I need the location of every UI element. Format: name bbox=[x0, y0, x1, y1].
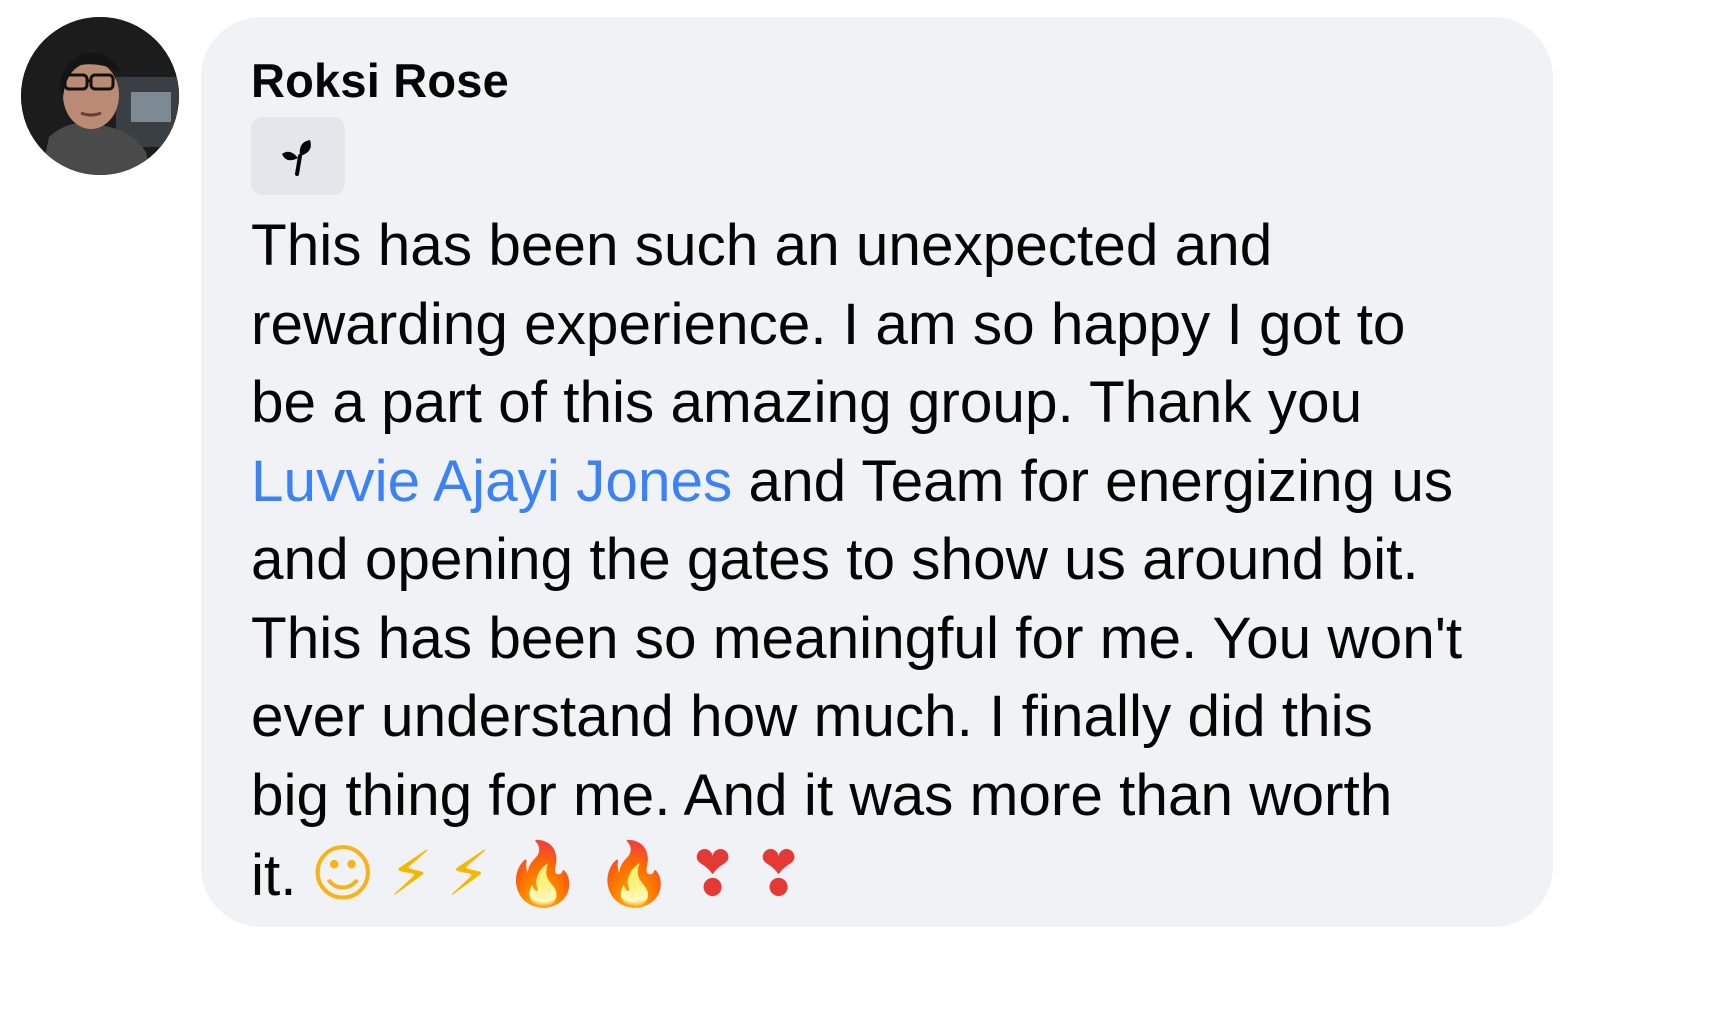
heart-exclamation-icon: ❣ bbox=[752, 837, 805, 910]
comment-line: This has been such an unexpected and bbox=[251, 213, 1273, 278]
comment-line-text: and Team for energizing us bbox=[732, 448, 1454, 514]
comment-line: Luvvie Ajayi Jones and Team for energizi… bbox=[251, 443, 1513, 522]
comment-line: big thing for me. And it was more than w… bbox=[251, 762, 1393, 828]
lightning-icon: ⚡ bbox=[446, 837, 491, 910]
avatar[interactable] bbox=[21, 17, 179, 175]
comment-bubble: Roksi Rose This has been such an unexpec… bbox=[201, 17, 1553, 927]
comment-line: and opening the gates to show us around … bbox=[251, 527, 1419, 592]
lightning-icon: ⚡ bbox=[389, 837, 433, 910]
mention-link[interactable]: Luvvie Ajayi Jones bbox=[251, 449, 732, 514]
comment-line: rewarding experience. I am so happy I go… bbox=[251, 291, 1406, 357]
comment-body: This has been such an unexpected and rew… bbox=[251, 207, 1513, 916]
comment-line-text: it. bbox=[251, 843, 297, 908]
new-member-badge[interactable] bbox=[251, 117, 345, 195]
rising-sprout-icon bbox=[282, 140, 311, 176]
comment-line-last: it. ☺ ⚡ ⚡ 🔥 🔥 ❣ ❣ bbox=[251, 835, 1513, 916]
comment-author-name[interactable]: Roksi Rose bbox=[251, 53, 509, 109]
fire-icon: 🔥 bbox=[504, 837, 582, 910]
comment-line: This has been so meaningful for me. You … bbox=[251, 605, 1463, 671]
comment-line: ever understand how much. I finally did … bbox=[251, 684, 1373, 749]
avatar-photo bbox=[21, 17, 179, 175]
heart-exclamation-icon: ❣ bbox=[686, 837, 739, 910]
smiling-face-with-hearts-icon: ☺ bbox=[310, 837, 376, 910]
comment-line: be a part of this amazing group. Thank y… bbox=[251, 370, 1363, 435]
fire-icon: 🔥 bbox=[595, 837, 673, 910]
